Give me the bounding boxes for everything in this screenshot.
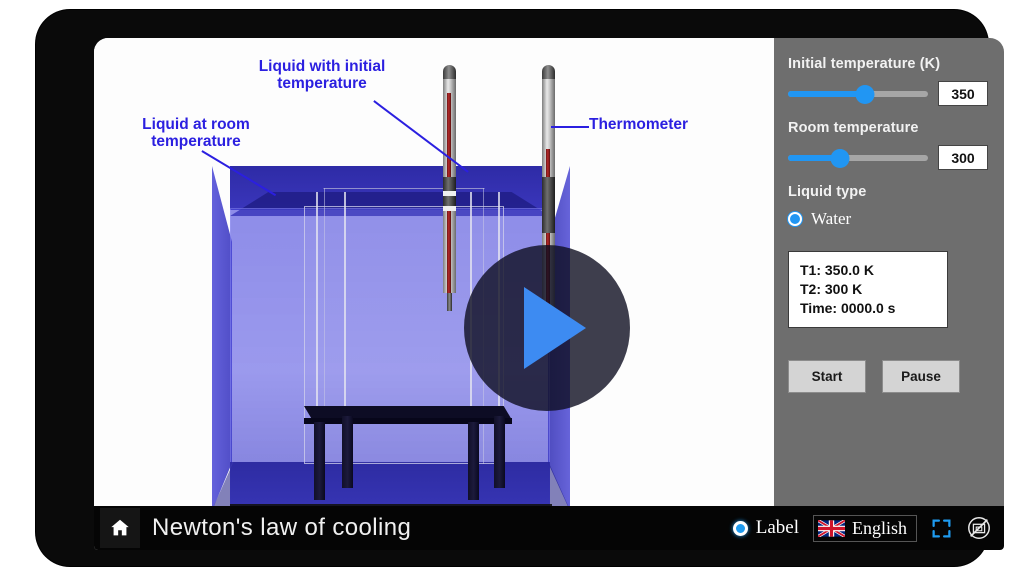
thermometer-mercury	[447, 93, 451, 177]
language-text: English	[851, 517, 907, 538]
table-leg	[342, 416, 353, 488]
uk-flag-icon	[817, 519, 845, 537]
thermometer-cap	[542, 65, 555, 79]
initial-temperature-slider[interactable]	[788, 84, 928, 104]
leader-line-thermometer	[551, 126, 589, 128]
play-button[interactable]	[464, 245, 630, 411]
no-annotation-icon	[968, 517, 990, 539]
page-title: Newton's law of cooling	[152, 514, 412, 541]
annotation-liquid-initial: Liquid with initial temperature	[258, 58, 386, 92]
readout-t2: T2: 300 K	[800, 281, 863, 297]
thermometer-initial	[443, 65, 456, 311]
table-leg	[468, 422, 479, 500]
fullscreen-icon	[932, 518, 951, 538]
thermometer-mercury	[447, 211, 451, 293]
home-icon	[111, 519, 129, 536]
liquid-type-water-option[interactable]: Water	[788, 209, 988, 229]
language-selector[interactable]: English	[812, 514, 917, 542]
thermometer-collar	[443, 177, 456, 191]
radio-icon[interactable]	[788, 212, 802, 226]
slider-thumb[interactable]	[830, 148, 850, 168]
readout-t1: T1: 350.0 K	[800, 262, 874, 278]
support-wire	[316, 192, 318, 412]
label-toggle[interactable]: Label	[732, 517, 799, 539]
room-temperature-label: Room temperature	[788, 120, 919, 136]
simulation-buttons: Start Pause	[788, 360, 988, 393]
home-button[interactable]	[100, 508, 140, 548]
simulation-canvas[interactable]: Liquid with initial temperature Liquid a…	[94, 38, 774, 511]
thermometer-collar	[542, 177, 555, 233]
table-edge	[304, 418, 512, 424]
radio-icon[interactable]	[732, 520, 748, 536]
start-button[interactable]: Start	[788, 360, 866, 393]
liquid-type-water-text: Water	[811, 209, 852, 228]
container-left-wall	[212, 166, 232, 511]
room-temperature-value[interactable]: 300	[938, 145, 988, 170]
play-icon	[524, 287, 586, 369]
annotation-liquid-room: Liquid at room temperature	[142, 116, 250, 150]
tablet-bezel: Liquid with initial temperature Liquid a…	[36, 10, 1004, 566]
thermometer-cap	[443, 65, 456, 79]
screen: Liquid with initial temperature Liquid a…	[94, 38, 1004, 550]
initial-temperature-row: 350	[788, 81, 988, 106]
readout-panel: T1: 350.0 K T2: 300 K Time: 0000.0 s	[788, 251, 948, 328]
thermometer-collar	[443, 196, 456, 206]
thermometer-stem	[443, 211, 456, 293]
table-leg	[494, 416, 505, 488]
annotation-thermometer: Thermometer	[589, 116, 689, 133]
room-temperature-slider[interactable]	[788, 148, 928, 168]
readout-time: Time: 0000.0 s	[800, 300, 896, 316]
label-toggle-text: Label	[755, 517, 799, 538]
footer-bar: Newton's law of cooling Label English	[94, 506, 1004, 550]
footer-controls: Label English	[732, 514, 1004, 542]
room-temperature-row: 300	[788, 145, 988, 170]
thermometer-tube	[542, 79, 555, 177]
slider-thumb[interactable]	[855, 84, 875, 104]
initial-temperature-value[interactable]: 350	[938, 81, 988, 106]
support-wire	[344, 192, 346, 406]
thermometer-tip	[447, 293, 452, 311]
thermometer-mercury	[546, 149, 550, 177]
control-panel: Initial temperature (K) 350 Room tempera…	[774, 38, 1004, 506]
disable-annotation-button[interactable]	[966, 515, 992, 541]
slider-fill	[788, 90, 865, 97]
pause-button[interactable]: Pause	[882, 360, 960, 393]
table-leg	[314, 422, 325, 500]
initial-temperature-label: Initial temperature (K)	[788, 56, 941, 72]
liquid-type-label: Liquid type	[788, 184, 867, 200]
fullscreen-button[interactable]	[931, 518, 952, 539]
